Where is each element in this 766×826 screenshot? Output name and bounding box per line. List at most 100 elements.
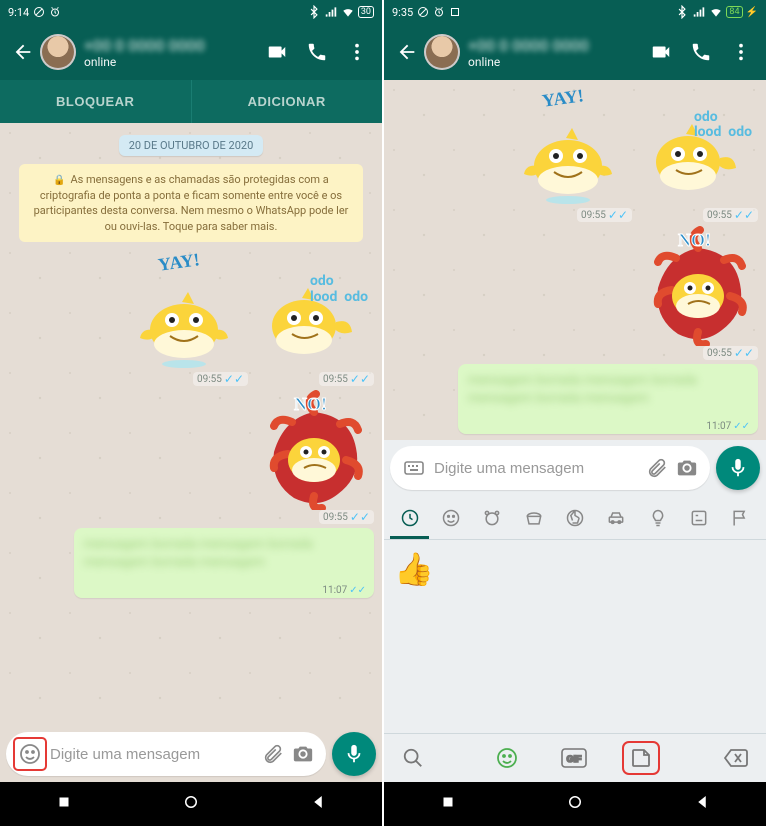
- add-button[interactable]: ADICIONAR: [191, 80, 383, 123]
- camera-icon: [676, 457, 698, 479]
- shark-no-sticker: NO!: [254, 390, 374, 510]
- avatar[interactable]: [40, 34, 76, 70]
- message-input[interactable]: [430, 460, 642, 477]
- nav-back[interactable]: [309, 793, 327, 815]
- nav-back[interactable]: [693, 793, 711, 815]
- mic-icon: [727, 457, 749, 479]
- emoji-thumbs-up[interactable]: 👍: [394, 550, 434, 588]
- more-icon[interactable]: [346, 41, 368, 63]
- sticker-message[interactable]: NO! 09:55✓✓: [638, 226, 758, 360]
- lock-icon: 🔒: [53, 175, 65, 186]
- emoji-grid[interactable]: 👍: [384, 540, 766, 733]
- read-ticks-icon: ✓✓: [733, 421, 750, 432]
- tab-symbols[interactable]: [679, 500, 718, 539]
- tab-recent[interactable]: [390, 500, 429, 539]
- header-info[interactable]: +00 0 0000 0000 online: [468, 36, 650, 69]
- phone-left: 9:14 30 +00 0 0000 0000 online BLOQUEAR …: [0, 0, 382, 826]
- smiley-icon: [441, 508, 461, 528]
- attach-button[interactable]: [258, 739, 288, 769]
- back-button[interactable]: [6, 35, 40, 69]
- read-ticks-icon: ✓✓: [734, 347, 754, 359]
- header-info[interactable]: +00 0 0000 0000 online: [84, 36, 266, 69]
- message-time: 09:55✓✓: [703, 346, 758, 360]
- more-icon[interactable]: [730, 41, 752, 63]
- type-gif-button[interactable]: GIF: [555, 744, 593, 772]
- status-time: 9:35: [392, 6, 413, 19]
- messages-area[interactable]: YAY! 09:55✓✓ odo lood odo 09:55✓✓ NO!: [384, 80, 766, 440]
- video-call-icon[interactable]: [650, 41, 672, 63]
- arrow-left-icon: [396, 41, 418, 63]
- camera-button[interactable]: [672, 453, 702, 483]
- encryption-notice[interactable]: 🔒 As mensagens e as chamadas são protegi…: [19, 164, 363, 242]
- nav-recent[interactable]: [439, 793, 457, 815]
- clock-icon: [400, 508, 420, 528]
- emoji-category-tabs: [384, 496, 766, 540]
- type-sticker-button[interactable]: [623, 742, 659, 774]
- battery-indicator: 84: [726, 6, 742, 18]
- emoji-button[interactable]: [14, 738, 46, 770]
- wifi-icon: [341, 5, 355, 19]
- mic-icon: [343, 743, 365, 765]
- nav-home[interactable]: [566, 793, 584, 815]
- emoji-search-button[interactable]: [396, 743, 430, 773]
- read-ticks-icon: ✓✓: [349, 585, 366, 596]
- camera-button[interactable]: [288, 739, 318, 769]
- signal-icon: [692, 5, 706, 19]
- tab-food[interactable]: [514, 500, 553, 539]
- tab-flags[interactable]: [721, 500, 760, 539]
- animal-icon: [482, 508, 502, 528]
- bluetooth-icon: [675, 5, 689, 19]
- sticker-row: YAY! 09:55✓✓ odo lood odo 09:55✓✓: [512, 88, 758, 222]
- read-ticks-icon: ✓✓: [350, 373, 370, 385]
- type-emoji-button[interactable]: [489, 742, 525, 774]
- search-icon: [402, 747, 424, 769]
- emoji-type-switcher: GIF: [384, 733, 766, 782]
- outgoing-message[interactable]: mensagem borrada mensagem borrada mensag…: [458, 364, 758, 434]
- sticker-message[interactable]: odo lood odo 09:55✓✓: [254, 252, 374, 386]
- nav-bar: [384, 782, 766, 826]
- voice-call-icon[interactable]: [690, 41, 712, 63]
- sticker-message[interactable]: NO! 09:55✓✓: [254, 390, 374, 524]
- message-time: 11:07✓✓: [322, 585, 366, 596]
- tab-objects[interactable]: [638, 500, 677, 539]
- attach-button[interactable]: [642, 453, 672, 483]
- read-ticks-icon: ✓✓: [224, 373, 244, 385]
- shark-yay-sticker: YAY!: [128, 252, 248, 372]
- svg-text:GIF: GIF: [567, 754, 583, 764]
- tab-animals[interactable]: [473, 500, 512, 539]
- paperclip-icon: [646, 457, 668, 479]
- messages-area[interactable]: 20 DE OUTUBRO DE 2020 🔒 As mensagens e a…: [0, 123, 382, 726]
- outgoing-message[interactable]: mensagem borrada mensagem borrada mensag…: [74, 528, 374, 598]
- date-chip: 20 DE OUTUBRO DE 2020: [119, 135, 264, 156]
- emoji-backspace-button[interactable]: [718, 744, 754, 772]
- alarm-icon: [433, 6, 445, 18]
- message-input-box: [390, 446, 710, 490]
- input-bar: [0, 726, 382, 782]
- block-button[interactable]: BLOQUEAR: [0, 80, 191, 123]
- message-input[interactable]: [46, 746, 258, 763]
- nav-bar: [0, 782, 382, 826]
- video-call-icon[interactable]: [266, 41, 288, 63]
- sticker-message[interactable]: YAY! 09:55✓✓: [128, 252, 248, 386]
- avatar[interactable]: [424, 34, 460, 70]
- emoji-icon: [495, 746, 519, 770]
- tab-activity[interactable]: [555, 500, 594, 539]
- sticker-message[interactable]: YAY! 09:55✓✓: [512, 88, 632, 222]
- nav-recent[interactable]: [55, 793, 73, 815]
- keyboard-button[interactable]: [398, 452, 430, 484]
- back-button[interactable]: [390, 35, 424, 69]
- voice-call-icon[interactable]: [306, 41, 328, 63]
- read-ticks-icon: ✓✓: [734, 209, 754, 221]
- bluetooth-icon: [307, 5, 321, 19]
- nav-home[interactable]: [182, 793, 200, 815]
- tab-smileys[interactable]: [431, 500, 470, 539]
- status-bar: 9:14 30: [0, 0, 382, 24]
- sticker-message[interactable]: odo lood odo 09:55✓✓: [638, 88, 758, 222]
- battery-indicator: 30: [358, 6, 374, 18]
- tab-travel[interactable]: [597, 500, 636, 539]
- message-time: 09:55✓✓: [703, 208, 758, 222]
- arrow-left-icon: [12, 41, 34, 63]
- mic-button[interactable]: [716, 446, 760, 490]
- mic-button[interactable]: [332, 732, 376, 776]
- action-bar: BLOQUEAR ADICIONAR: [0, 80, 382, 123]
